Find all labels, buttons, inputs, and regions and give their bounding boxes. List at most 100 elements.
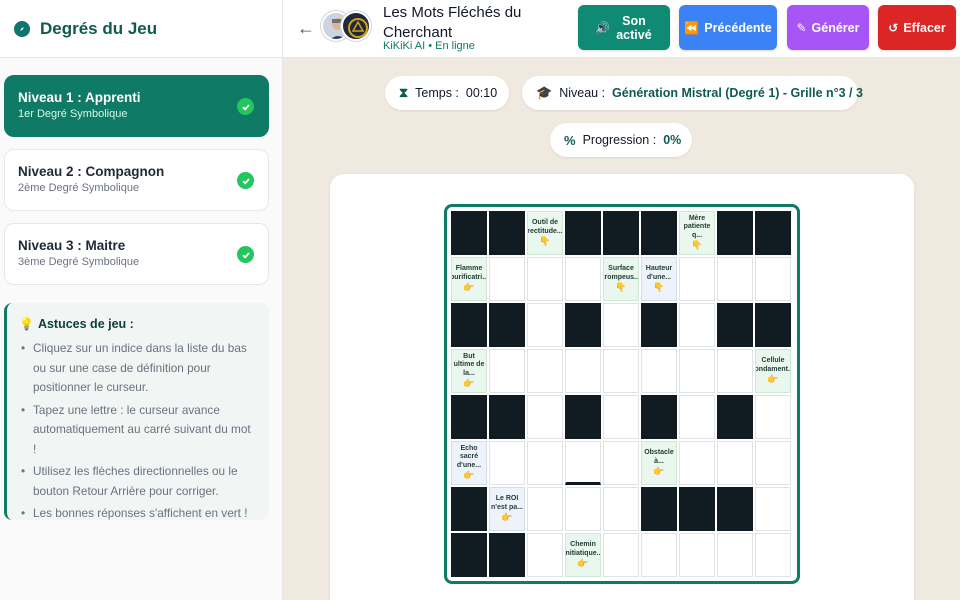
letter-cell[interactable] — [679, 395, 715, 439]
pointing-down-icon: 👇 — [539, 236, 551, 246]
black-cell — [565, 395, 601, 439]
letter-cell[interactable] — [527, 533, 563, 577]
black-cell — [717, 303, 753, 347]
black-cell — [641, 303, 677, 347]
timer-pill: ⧗ Temps : 00:10 — [385, 76, 509, 110]
definition-cell[interactable]: Mère patiente q... 👇 — [679, 211, 715, 255]
letter-cell[interactable] — [527, 395, 563, 439]
tip-item: Les bonnes réponses s'affichent en vert … — [19, 504, 257, 524]
letter-cell[interactable] — [527, 349, 563, 393]
letter-cell[interactable] — [679, 303, 715, 347]
letter-cell[interactable] — [679, 533, 715, 577]
letter-cell[interactable] — [565, 441, 601, 485]
black-cell — [679, 487, 715, 531]
letter-cell[interactable] — [755, 533, 791, 577]
black-cell — [565, 211, 601, 255]
letter-cell[interactable] — [527, 441, 563, 485]
chat-status: KiKiKi AI • En ligne — [383, 40, 475, 52]
clear-button-label: Effacer — [903, 20, 946, 35]
level-item-3[interactable]: Niveau 3 : Maitre 3ème Degré Symbolique — [4, 223, 269, 285]
graduation-cap-icon: 🎓 — [536, 85, 553, 100]
definition-text: Obstacle à... — [644, 449, 674, 465]
definition-cell[interactable]: Le ROI n'est pa... 👉 — [489, 487, 525, 531]
pointing-right-icon: 👉 — [463, 378, 475, 389]
letter-cell[interactable] — [717, 441, 753, 485]
black-cell — [717, 487, 753, 531]
sidebar-title: Degrés du Jeu — [40, 18, 158, 38]
tips-panel: 💡 Astuces de jeu : Cliquez sur un indice… — [4, 303, 269, 523]
black-cell — [489, 533, 525, 577]
black-cell — [451, 487, 487, 531]
letter-cell[interactable] — [603, 487, 639, 531]
letter-cell[interactable] — [679, 349, 715, 393]
definition-cell[interactable]: Hauteur d'une... 👇 — [641, 257, 677, 301]
letter-cell[interactable] — [679, 441, 715, 485]
pointing-right-icon: 👉 — [577, 558, 589, 568]
previous-button-label: Précédente — [704, 20, 772, 35]
definition-cell[interactable]: Surface trompeus... 👇 — [603, 257, 639, 301]
pointing-right-icon: 👉 — [767, 374, 779, 384]
clear-button[interactable]: ↺ Effacer — [878, 5, 956, 50]
letter-cell[interactable] — [755, 441, 791, 485]
letter-cell[interactable] — [527, 303, 563, 347]
black-cell — [717, 211, 753, 255]
letter-cell[interactable] — [641, 349, 677, 393]
letter-cell[interactable] — [489, 257, 525, 301]
letter-cell[interactable] — [527, 257, 563, 301]
letter-cell[interactable] — [717, 349, 753, 393]
letter-cell[interactable] — [717, 533, 753, 577]
letter-cell[interactable] — [603, 349, 639, 393]
check-icon — [237, 98, 254, 115]
tip-item: Tapez une lettre : le curseur avance aut… — [19, 401, 257, 460]
black-cell — [565, 303, 601, 347]
letter-cell[interactable] — [565, 487, 601, 531]
letter-cell[interactable] — [755, 395, 791, 439]
letter-cell[interactable] — [603, 533, 639, 577]
letter-cell[interactable] — [603, 441, 639, 485]
sound-button-label: Son activé — [616, 13, 652, 42]
letter-cell[interactable] — [489, 441, 525, 485]
definition-text: Echo sacré d'une... — [456, 444, 482, 469]
level-item-1[interactable]: Niveau 1 : Apprenti 1er Degré Symbolique — [4, 75, 269, 137]
level-subtitle: 3ème Degré Symbolique — [18, 256, 140, 268]
progress-pill: % Progression : 0% — [550, 123, 692, 157]
back-arrow-icon[interactable]: ← — [297, 18, 315, 39]
generate-button[interactable]: ✎ Générer — [787, 5, 869, 50]
letter-cell[interactable] — [565, 257, 601, 301]
definition-text: Surface trompeus... — [603, 265, 639, 281]
generate-button-label: Générer — [811, 20, 860, 35]
definition-cell[interactable]: Chemin initiatique... 👉 — [565, 533, 601, 577]
black-cell — [755, 211, 791, 255]
letter-cell[interactable] — [641, 533, 677, 577]
level-item-2[interactable]: Niveau 2 : Compagnon 2ème Degré Symboliq… — [4, 149, 269, 211]
letter-cell[interactable] — [717, 257, 753, 301]
definition-text: Cellule fondament... — [755, 357, 790, 373]
sound-toggle-button[interactable]: 🔊 Son activé — [578, 5, 670, 50]
level-subtitle: 1er Degré Symbolique — [18, 108, 128, 120]
rewind-icon: ⏪ — [684, 20, 700, 35]
letter-cell[interactable] — [755, 257, 791, 301]
black-cell — [489, 303, 525, 347]
magic-wand-icon: ✎ — [796, 20, 807, 35]
level-pill: 🎓 Niveau : Génération Mistral (Degré 1) … — [522, 76, 863, 110]
letter-cell[interactable] — [603, 395, 639, 439]
topbar: ← Les Mots Fléchés du Cherchant KiKiKi A… — [283, 0, 960, 58]
letter-cell[interactable] — [679, 257, 715, 301]
letter-cell[interactable] — [527, 487, 563, 531]
level-label: Niveau : — [559, 86, 606, 100]
letter-cell[interactable] — [489, 349, 525, 393]
crossword-grid: Outil de rectitude... 👇 Mère patiente q...… — [451, 211, 797, 577]
definition-cell[interactable]: Obstacle à... 👉 — [641, 441, 677, 485]
pointing-right-icon: 👉 — [463, 470, 475, 481]
definition-cell[interactable]: Echo sacré d'une... 👉 — [451, 441, 487, 485]
letter-cell[interactable] — [565, 349, 601, 393]
letter-cell[interactable] — [603, 303, 639, 347]
letter-cell[interactable] — [755, 487, 791, 531]
definition-cell[interactable]: Cellule fondament...👉 — [755, 349, 791, 393]
black-cell — [755, 303, 791, 347]
definition-cell[interactable]: Flamme purificatri... 👉 — [451, 257, 487, 301]
definition-cell[interactable]: Outil de rectitude... 👇 — [527, 211, 563, 255]
definition-text: Hauteur d'une... — [645, 265, 673, 281]
definition-cell[interactable]: But ultime de la... 👉 — [451, 349, 487, 393]
previous-button[interactable]: ⏪ Précédente — [679, 5, 777, 50]
